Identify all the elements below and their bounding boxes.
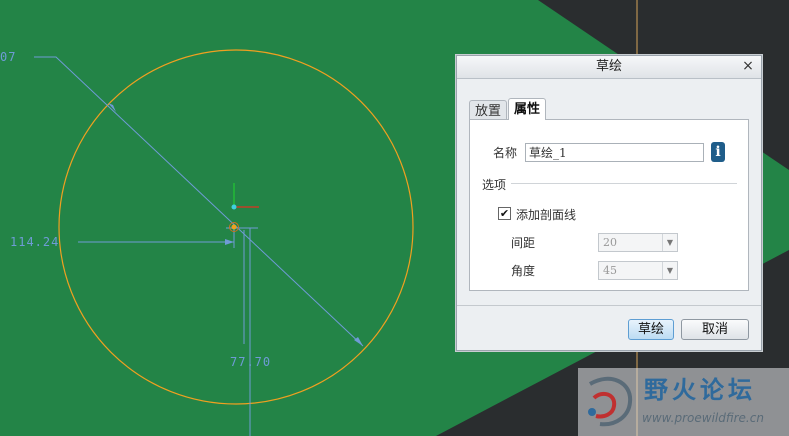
options-label: 选项 (482, 178, 507, 192)
center-point (231, 224, 237, 230)
sketch-dialog: 草绘 × 放置 属性 名称 草绘_1 i 选项 ✔ 添加剖面线 间距 20 ▼ … (456, 55, 762, 351)
cancel-button[interactable]: 取消 (681, 319, 749, 340)
angle-select[interactable]: 45 ▼ (598, 261, 678, 280)
origin-point (231, 204, 237, 210)
close-icon[interactable]: × (741, 59, 755, 73)
chevron-down-icon[interactable]: ▼ (662, 262, 677, 279)
angle-value: 45 (603, 264, 617, 277)
sketch-button[interactable]: 草绘 (628, 319, 674, 340)
tab-placement[interactable]: 放置 (469, 100, 507, 120)
chevron-down-icon[interactable]: ▼ (662, 234, 677, 251)
dimension-text-horizontal[interactable]: 114.24 (10, 235, 59, 249)
dimension-text-diameter[interactable]: 07 (0, 50, 16, 64)
footer-divider (457, 305, 761, 306)
logo-icon (588, 376, 633, 427)
name-field[interactable]: 草绘_1 (525, 143, 704, 162)
tab-properties[interactable]: 属性 (508, 98, 546, 120)
watermark-title: 野火论坛 (644, 376, 756, 404)
spacing-value: 20 (603, 236, 617, 249)
info-icon[interactable]: i (711, 142, 725, 162)
spacing-label: 间距 (511, 236, 536, 250)
watermark: 野火论坛 www.proewildfire.cn (578, 368, 789, 436)
watermark-url: www.proewildfire.cn (642, 411, 764, 425)
spacing-select[interactable]: 20 ▼ (598, 233, 678, 252)
dialog-title: 草绘 (457, 56, 761, 79)
options-divider (511, 183, 737, 184)
add-hatching-checkbox[interactable]: ✔ (498, 207, 511, 220)
dimension-text-vertical[interactable]: 77.70 (230, 355, 271, 369)
angle-label: 角度 (511, 264, 536, 278)
name-label: 名称 (493, 146, 518, 160)
add-hatching-label[interactable]: 添加剖面线 (516, 206, 576, 223)
